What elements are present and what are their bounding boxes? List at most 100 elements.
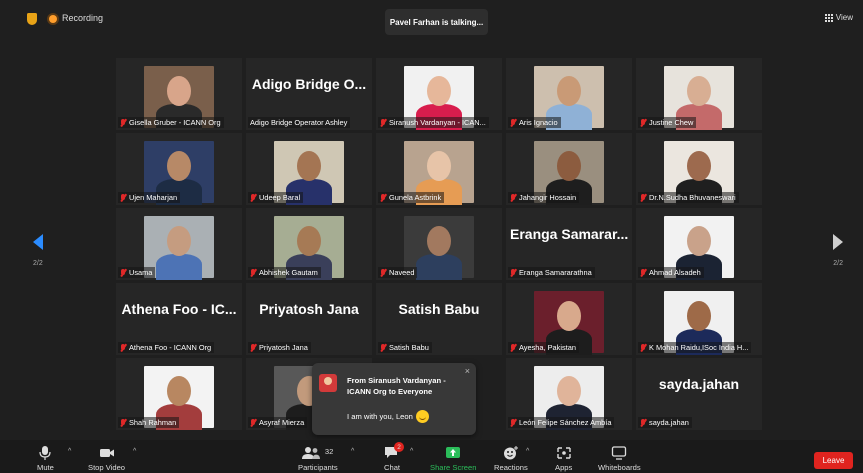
participant-tile[interactable]: Ujen Maharjan [116,133,242,205]
page-indicator-right: 2/2 [833,260,843,267]
participant-name-label: Priyatosh Jana [248,342,311,353]
smiley-emoji-icon [415,410,429,423]
participant-name: Siranush Vardanyan - ICAN... [389,118,486,127]
participant-face [297,151,321,181]
participant-tile[interactable]: Jahangir Hossain [506,133,632,205]
participant-name-label: Gunela Astbrink [378,192,445,203]
participant-name-label: Ujen Maharjan [118,192,181,203]
participant-tile[interactable]: Siranush Vardanyan - ICAN... [376,58,502,130]
participant-face [427,151,451,181]
muted-mic-icon [640,118,646,127]
chat-caret-icon[interactable]: ^ [410,448,413,455]
muted-mic-icon [510,343,516,352]
participant-name-label: K Mohan Raidu,ISoc India H... [638,342,752,353]
participant-tile[interactable]: Dr.N.Sudha Bhuvaneswari [636,133,762,205]
participant-display-name: sayda.jahan [658,376,740,392]
muted-mic-icon [640,268,646,277]
muted-mic-icon [380,118,386,127]
previous-page-arrow-icon[interactable] [33,234,43,250]
apps-button[interactable]: Apps [555,440,572,473]
participant-tile[interactable]: Aris Ignacio [506,58,632,130]
participant-face [297,226,321,256]
next-page-arrow-icon[interactable] [833,234,843,250]
whiteboards-button[interactable]: Whiteboards [598,440,641,473]
participant-display-name: Adigo Bridge O... [251,76,367,92]
participant-face [167,226,191,256]
participant-name-label: Naveed [378,267,418,278]
participant-tile[interactable]: Adigo Bridge O... Adigo Bridge Operator A… [246,58,372,130]
participant-tile[interactable]: sayda.jahan sayda.jahan [636,358,762,430]
participant-tile[interactable]: Priyatosh Jana Priyatosh Jana [246,283,372,355]
participant-tile[interactable]: Abhishek Gautam [246,208,372,280]
recording-label: Recording [62,13,104,23]
participant-display-name: Satish Babu [398,301,480,317]
participant-name: Gisella Gruber - ICANN Org [129,118,221,127]
muted-mic-icon [250,193,256,202]
chat-button[interactable]: 2 Chat [384,440,405,473]
participant-tile[interactable]: Naveed [376,208,502,280]
chat-notification-sender: From Siranush Vardanyan - ICANN Org to E… [347,376,446,396]
recording-icon [49,15,57,23]
participant-tile[interactable]: León Felipe Sánchez Ambía [506,358,632,430]
participant-tile[interactable]: Udeep Baral [246,133,372,205]
participant-face [687,76,711,106]
participant-name: Priyatosh Jana [259,343,308,352]
participants-button[interactable]: 32 Participants [298,440,338,473]
reactions-caret-icon[interactable]: ^ [526,448,529,455]
participant-body [156,254,202,280]
apps-label: Apps [555,463,573,472]
participant-name: Eranga Samararathna [519,268,592,277]
muted-mic-icon [250,343,256,352]
chat-notification-toast[interactable]: From Siranush Vardanyan - ICANN Org to E… [312,363,476,435]
participant-tile[interactable]: Gisella Gruber - ICANN Org [116,58,242,130]
participant-tile[interactable]: Ayesha, Pakistan [506,283,632,355]
participant-face [167,376,191,406]
meeting-toolbar: Mute ^ Stop Video ^ 32 Participants ^ 2 … [0,440,863,473]
chat-message-text: I am with you, Leon [347,412,413,421]
participant-name-label: Usama [118,267,156,278]
video-options-caret-icon[interactable]: ^ [133,448,136,455]
page-indicator-left: 2/2 [33,260,43,267]
share-screen-icon [445,446,461,460]
view-button[interactable]: View [824,13,853,22]
leave-meeting-button[interactable]: Leave [814,452,853,469]
reactions-label: Reactions [494,463,528,472]
participants-caret-icon[interactable]: ^ [351,448,354,455]
participant-name: K Mohan Raidu,ISoc India H... [649,343,749,352]
participant-tile[interactable]: K Mohan Raidu,ISoc India H... [636,283,762,355]
muted-mic-icon [120,268,126,277]
participant-face [167,76,191,106]
participant-tile[interactable]: Eranga Samarar... Eranga Samararathna [506,208,632,280]
participant-name: Satish Babu [389,343,429,352]
muted-mic-icon [120,343,126,352]
top-bar: Recording Pavel Farhan is talking... Vie… [0,0,863,40]
participant-name: Usama [129,268,153,277]
participant-tile[interactable]: Satish Babu Satish Babu [376,283,502,355]
participant-face [687,301,711,331]
reactions-button[interactable]: Reactions [494,440,528,473]
participant-tile[interactable]: Ahmad Alsadeh [636,208,762,280]
apps-icon [556,446,572,460]
participant-tile[interactable]: Justine Chew [636,58,762,130]
participant-face [557,301,581,331]
video-camera-icon [99,446,115,460]
audio-options-caret-icon[interactable]: ^ [68,448,71,455]
participant-tile[interactable]: Usama [116,208,242,280]
participant-name-label: León Felipe Sánchez Ambía [508,417,615,428]
stop-video-button[interactable]: Stop Video [88,440,125,473]
participant-tile[interactable]: Athena Foo - IC... Athena Foo - ICANN Org [116,283,242,355]
security-shield-icon[interactable] [27,13,37,25]
close-icon[interactable]: × [465,366,470,376]
participant-name: Shah Rahman [129,418,177,427]
participant-body [416,254,462,280]
whiteboards-label: Whiteboards [598,463,641,472]
participant-tile[interactable]: Gunela Astbrink [376,133,502,205]
participant-face [427,76,451,106]
muted-mic-icon [510,418,516,427]
participant-tile[interactable]: Shah Rahman [116,358,242,430]
participant-name-label: Aris Ignacio [508,117,561,128]
participant-face [557,151,581,181]
microphone-icon [37,446,53,460]
share-screen-button[interactable]: Share Screen [430,440,476,473]
mute-button[interactable]: Mute [37,440,54,473]
